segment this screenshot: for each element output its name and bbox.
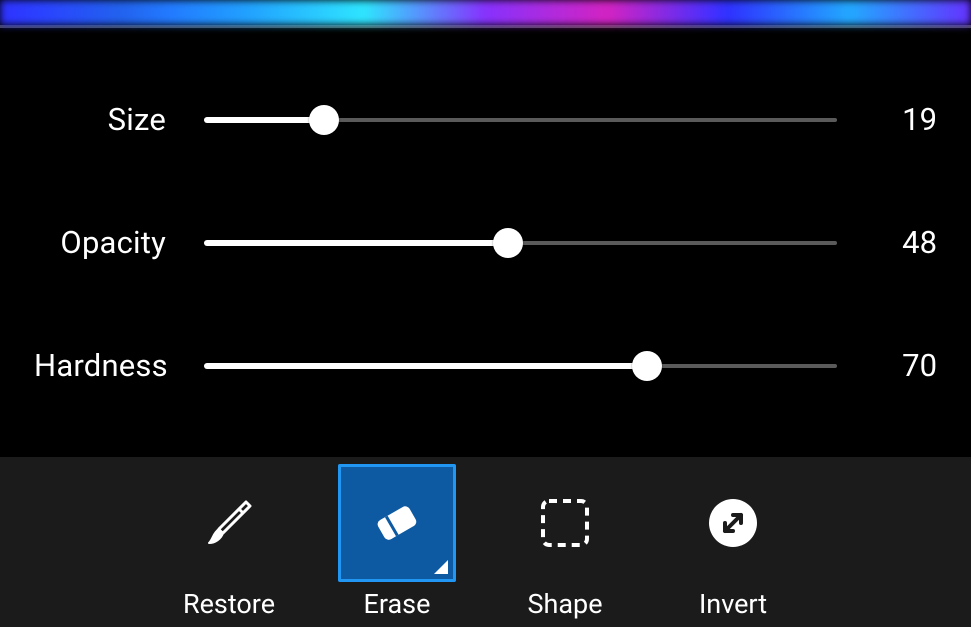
size-slider-row: Size 19 xyxy=(34,101,937,138)
shape-tool[interactable]: Shape xyxy=(506,464,624,620)
invert-icon xyxy=(674,464,792,582)
size-slider[interactable] xyxy=(204,105,837,135)
size-slider-fill xyxy=(204,117,324,123)
hardness-slider-row: Hardness 70 xyxy=(34,347,937,384)
opacity-label: Opacity xyxy=(34,224,204,261)
eraser-icon xyxy=(338,464,456,582)
hardness-slider-thumb[interactable] xyxy=(632,351,662,381)
opacity-slider[interactable] xyxy=(204,228,837,258)
erase-label: Erase xyxy=(364,588,431,620)
hardness-label: Hardness xyxy=(34,347,204,384)
erase-tool[interactable]: Erase xyxy=(338,464,456,620)
hardness-slider-fill xyxy=(204,363,647,369)
size-slider-thumb[interactable] xyxy=(309,105,339,135)
opacity-value: 48 xyxy=(837,224,937,261)
hardness-value: 70 xyxy=(837,347,937,384)
invert-tool[interactable]: Invert xyxy=(674,464,792,620)
tool-toolbar: Restore Erase Shape xyxy=(0,457,971,627)
brush-icon xyxy=(170,464,288,582)
shape-label: Shape xyxy=(527,588,602,620)
restore-label: Restore xyxy=(183,588,275,620)
size-label: Size xyxy=(34,101,204,138)
opacity-slider-thumb[interactable] xyxy=(493,228,523,258)
image-preview-strip xyxy=(0,0,971,25)
dashed-rect-icon xyxy=(506,464,624,582)
opacity-slider-fill xyxy=(204,240,508,246)
opacity-slider-row: Opacity 48 xyxy=(34,224,937,261)
submenu-indicator-icon xyxy=(434,560,448,574)
size-value: 19 xyxy=(837,101,937,138)
invert-label: Invert xyxy=(699,588,767,620)
restore-tool[interactable]: Restore xyxy=(170,464,288,620)
editor-panel: Size 19 Opacity 48 Hardness xyxy=(0,0,971,627)
hardness-slider[interactable] xyxy=(204,351,837,381)
sliders-panel: Size 19 Opacity 48 Hardness xyxy=(0,28,971,457)
